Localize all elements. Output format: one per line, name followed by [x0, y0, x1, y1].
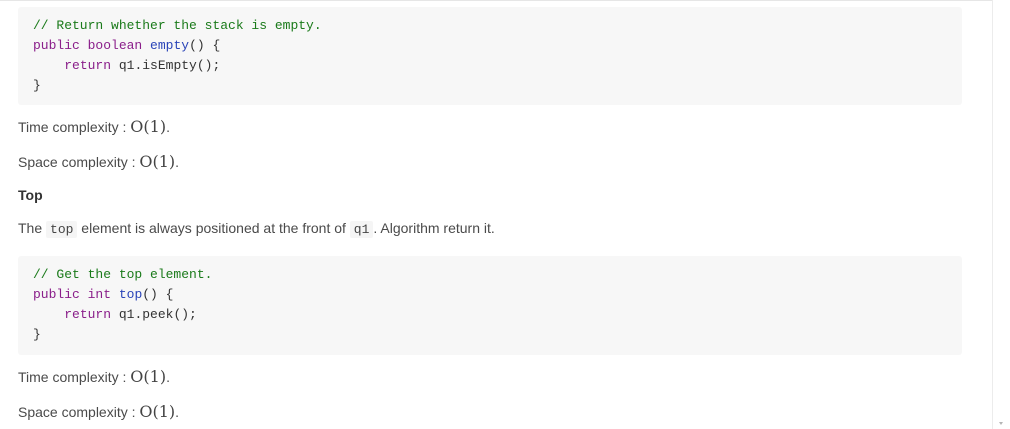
code-line: return q1.peek();: [33, 305, 947, 325]
code-comment: // Return whether the stack is empty.: [33, 18, 322, 33]
top-description: The top element is always positioned at …: [18, 218, 962, 240]
code-expression: q1.isEmpty();: [118, 58, 221, 73]
time-complexity-label: Time complexity :: [18, 369, 131, 385]
code-block-empty: // Return whether the stack is empty. pub…: [18, 7, 962, 105]
punctuation: .: [175, 404, 180, 420]
punctuation: .: [166, 369, 170, 385]
space-complexity-label: Space complexity :: [18, 404, 140, 420]
inline-code-q1: q1: [349, 221, 374, 238]
time-complexity-top: Time complexity : O(1).: [18, 367, 962, 387]
space-complexity-empty: Space complexity : O(1).: [18, 152, 962, 172]
desc-text: . Algorithm return it.: [373, 220, 495, 236]
time-complexity-empty: Time complexity : O(1).: [18, 117, 962, 137]
inline-code-top: top: [46, 221, 78, 238]
desc-text: The: [18, 220, 47, 236]
article-content: // Return whether the stack is empty. pub…: [18, 7, 962, 422]
code-function-name: empty: [150, 38, 190, 53]
code-expression: q1.peek();: [118, 307, 197, 322]
space-complexity-label: Space complexity :: [18, 154, 140, 170]
space-complexity-value: O(1): [139, 402, 176, 421]
code-line: public boolean empty() {: [33, 36, 947, 56]
punctuation: .: [175, 154, 180, 170]
code-signature-tail: () {: [189, 38, 221, 53]
code-closing-brace: }: [33, 78, 41, 93]
scroll-down-arrow-icon[interactable]: [999, 422, 1003, 425]
code-line: }: [33, 76, 947, 96]
time-complexity-value: O(1): [130, 367, 167, 386]
code-function-name: top: [118, 287, 143, 302]
code-line: }: [33, 325, 947, 345]
top-divider: [0, 0, 992, 1]
code-line: return q1.isEmpty();: [33, 56, 947, 76]
code-keyword: public: [33, 38, 80, 53]
code-line: public int top() {: [33, 285, 947, 305]
code-keyword: public: [33, 287, 80, 302]
code-closing-brace: }: [33, 327, 41, 342]
code-block-top: // Get the top element. public int top() …: [18, 256, 962, 355]
space-complexity-value: O(1): [139, 152, 176, 171]
code-line: // Get the top element.: [33, 265, 947, 285]
time-complexity-label: Time complexity :: [18, 119, 131, 135]
code-keyword: return: [64, 58, 112, 73]
desc-text: element is always positioned at the fron…: [77, 220, 350, 236]
code-signature-tail: () {: [142, 287, 174, 302]
code-type: int: [87, 287, 112, 302]
code-line: // Return whether the stack is empty.: [33, 16, 947, 36]
code-keyword: return: [64, 307, 112, 322]
code-comment: // Get the top element.: [33, 267, 213, 282]
time-complexity-value: O(1): [130, 117, 167, 136]
code-type: boolean: [87, 38, 143, 53]
section-heading-top: Top: [18, 187, 43, 203]
space-complexity-top: Space complexity : O(1).: [18, 402, 962, 422]
vertical-scrollbar[interactable]: [992, 0, 1010, 429]
punctuation: .: [166, 119, 170, 135]
